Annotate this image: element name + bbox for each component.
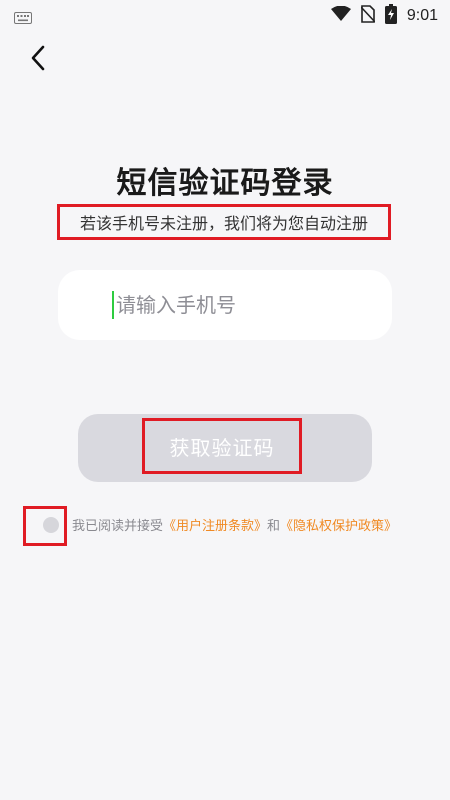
back-button[interactable] <box>20 38 56 78</box>
status-icons: 9:01 <box>330 4 438 28</box>
agreement-prefix: 我已阅读并接受 <box>72 519 164 534</box>
subtitle-highlight-box: 若该手机号未注册，我们将为您自动注册 <box>57 204 391 240</box>
subtitle: 若该手机号未注册，我们将为您自动注册 <box>79 214 368 233</box>
status-bar: 9:01 <box>0 0 450 32</box>
wifi-icon <box>330 5 351 26</box>
user-terms-link[interactable]: 《用户注册条款》 <box>163 519 267 534</box>
phone-number-input[interactable] <box>114 287 376 323</box>
get-code-label: 获取验证码 <box>169 435 275 460</box>
keyboard-icon <box>14 9 32 28</box>
no-sim-icon <box>360 5 376 27</box>
page-title: 短信验证码登录 <box>116 166 334 201</box>
agreement-text: 我已阅读并接受《用户注册条款》和《隐私权保护政策》 <box>72 515 397 534</box>
agree-checkbox[interactable] <box>43 517 59 533</box>
agreement-and: 和 <box>267 519 281 534</box>
chevron-left-icon <box>31 45 45 71</box>
phone-input-container[interactable] <box>58 270 392 340</box>
login-screen: 9:01 短信验证码登录 若该手机号未注册，我们将为您自动注册 获取验证码 我已… <box>0 0 450 800</box>
get-code-button[interactable]: 获取验证码 <box>78 414 372 482</box>
battery-charging-icon <box>384 4 397 28</box>
privacy-policy-link[interactable]: 《隐私权保护政策》 <box>280 519 397 534</box>
status-time: 9:01 <box>406 7 438 24</box>
get-code-highlight-box: 获取验证码 <box>142 418 302 474</box>
